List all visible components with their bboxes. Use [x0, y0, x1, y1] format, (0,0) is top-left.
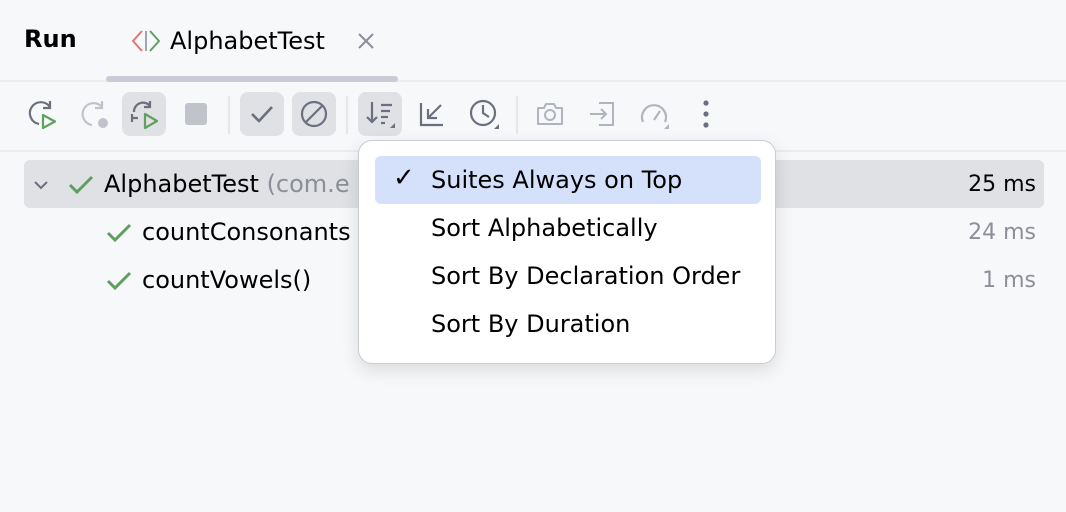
camera-icon — [535, 99, 565, 129]
sort-button[interactable] — [358, 92, 402, 136]
sort-icon — [364, 98, 396, 130]
toolbar-separator — [516, 96, 518, 134]
collapse-all-button[interactable] — [410, 92, 454, 136]
checkmark-icon — [248, 100, 276, 128]
menu-item-sort-alphabetically[interactable]: Sort Alphabetically — [375, 204, 761, 252]
history-icon — [468, 98, 500, 130]
test-class-icon — [130, 29, 162, 57]
menu-item-suites-always-on-top[interactable]: ✓ Suites Always on Top — [375, 156, 761, 204]
passed-check-icon — [68, 174, 94, 200]
suite-package: (com.e — [266, 170, 350, 198]
rerun-button[interactable] — [20, 92, 64, 136]
import-tests-button[interactable] — [580, 92, 624, 136]
menu-item-sort-by-duration[interactable]: Sort By Duration — [375, 300, 761, 348]
screenshot-button[interactable] — [528, 92, 572, 136]
menu-item-label: Sort By Duration — [431, 310, 631, 338]
gauge-icon — [638, 98, 670, 130]
rerun-failed-button[interactable] — [72, 92, 116, 136]
tool-window-header: Run AlphabetTest — [0, 0, 1066, 82]
tool-window-title: Run — [24, 25, 77, 53]
test-duration: 24 ms — [968, 220, 1036, 245]
import-icon — [587, 99, 617, 129]
stop-icon — [182, 100, 210, 128]
ignored-icon — [299, 99, 329, 129]
suite-duration: 25 ms — [968, 172, 1036, 197]
show-passed-button[interactable] — [240, 92, 284, 136]
checkmark-icon: ✓ — [393, 163, 415, 193]
stop-button[interactable] — [174, 92, 218, 136]
test-history-button[interactable] — [462, 92, 506, 136]
menu-item-label: Suites Always on Top — [431, 166, 683, 194]
test-name: countVowels() — [142, 266, 312, 294]
tab-label: AlphabetTest — [170, 27, 325, 55]
auto-rerun-icon — [128, 98, 160, 130]
test-duration: 1 ms — [982, 268, 1036, 293]
suite-name: AlphabetTest (com.e — [104, 170, 350, 198]
menu-item-sort-by-declaration-order[interactable]: Sort By Declaration Order — [375, 252, 761, 300]
sort-popup-menu: ✓ Suites Always on Top Sort Alphabetical… — [358, 140, 776, 364]
menu-item-label: Sort By Declaration Order — [431, 262, 741, 290]
chevron-down-icon[interactable] — [32, 176, 50, 198]
collapse-icon — [417, 99, 447, 129]
rerun-failed-icon — [78, 98, 110, 130]
toggle-auto-test-button[interactable] — [122, 92, 166, 136]
close-icon[interactable] — [356, 31, 376, 53]
passed-check-icon — [106, 222, 132, 248]
rerun-icon — [26, 98, 58, 130]
more-button[interactable] — [684, 92, 728, 136]
profiler-button[interactable] — [632, 92, 676, 136]
toolbar-separator — [346, 96, 348, 134]
more-vertical-icon — [701, 99, 711, 129]
menu-item-label: Sort Alphabetically — [431, 214, 658, 242]
passed-check-icon — [106, 270, 132, 296]
show-ignored-button[interactable] — [292, 92, 336, 136]
tab-alphabet-test[interactable]: AlphabetTest — [106, 0, 398, 82]
toolbar-separator — [228, 96, 230, 134]
test-name: countConsonants — [142, 218, 351, 246]
